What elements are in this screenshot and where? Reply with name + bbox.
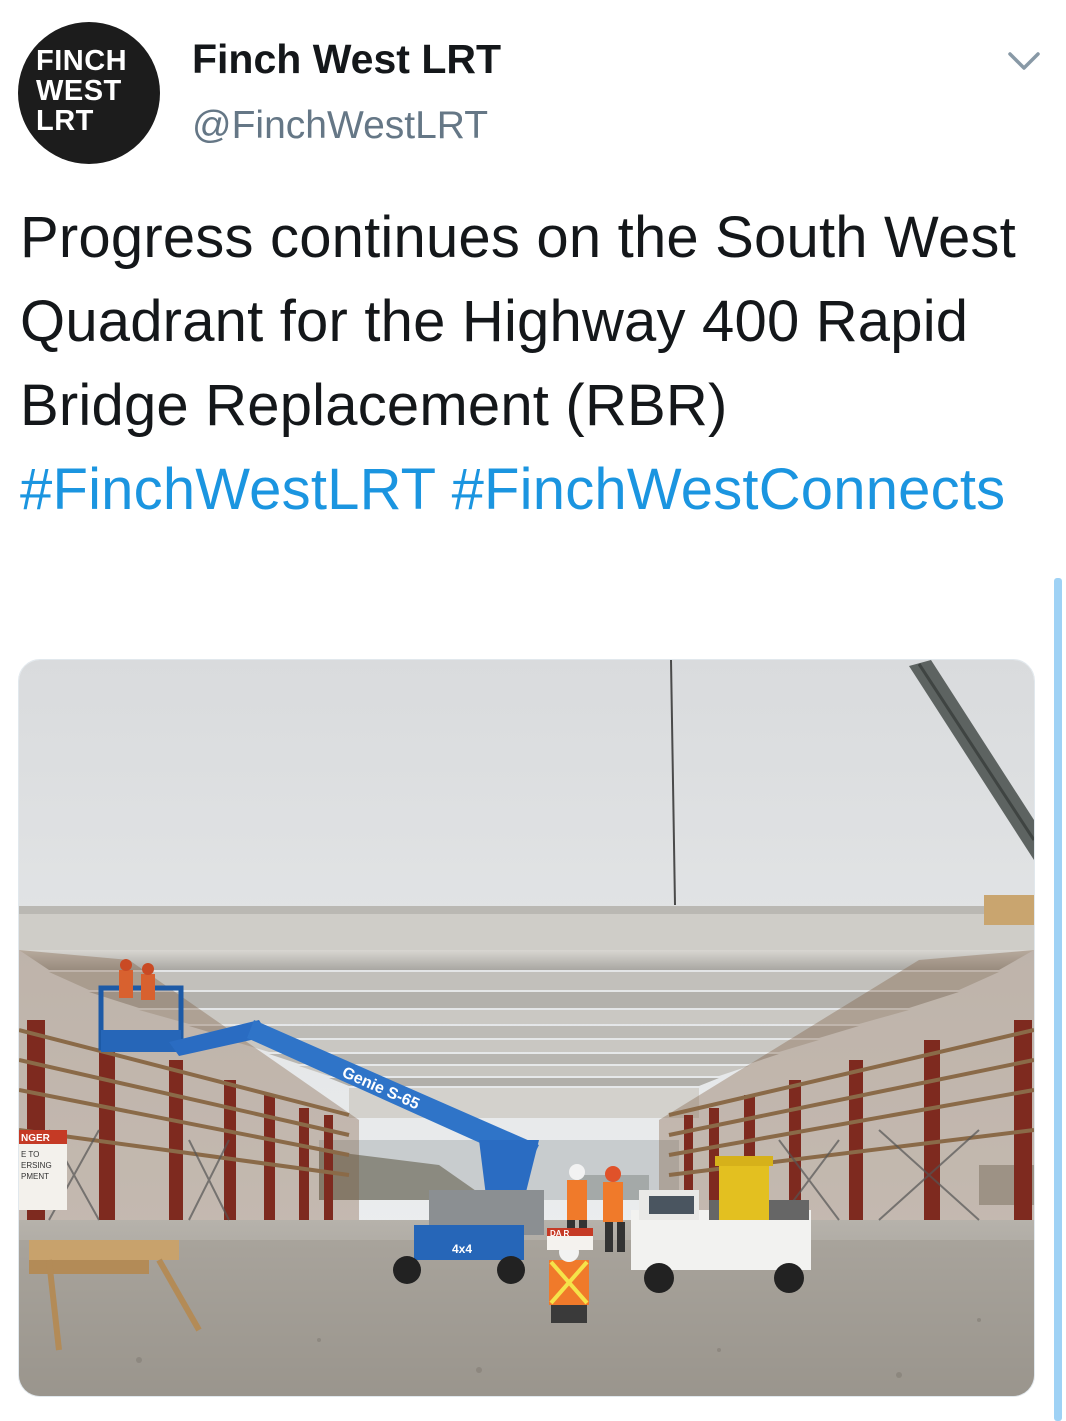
small-danger-sign: DA R [550, 1229, 569, 1238]
danger-sign-line-2: E TO [21, 1150, 39, 1159]
tweet-text: Progress continues on the South West Qua… [20, 196, 1020, 532]
danger-sign-line-3: ERSING [21, 1161, 52, 1170]
construction-photo: NGER E TO ERSING PMENT Genie S-65 4x4 DA… [19, 660, 1034, 1396]
avatar-line-2: WEST [36, 75, 122, 107]
tweet-photo[interactable]: NGER E TO ERSING PMENT Genie S-65 4x4 DA… [18, 659, 1035, 1397]
avatar-line-1: FINCH [36, 45, 128, 77]
tweet-menu-button[interactable] [1004, 44, 1044, 80]
display-name[interactable]: Finch West LRT [192, 36, 501, 83]
danger-sign-line-4: PMENT [21, 1172, 49, 1181]
avatar-line-3: LRT [36, 105, 94, 137]
user-handle[interactable]: @FinchWestLRT [192, 104, 488, 148]
avatar[interactable]: FINCH WEST LRT [18, 22, 160, 164]
lift-tag: 4x4 [452, 1242, 472, 1256]
avatar-logo-text: FINCH WEST LRT [36, 46, 127, 136]
chevron-down-icon [1008, 52, 1040, 70]
hashtag-finchwestlrt[interactable]: #FinchWestLRT [20, 457, 435, 522]
hashtag-finchwestconnects[interactable]: #FinchWestConnects [452, 457, 1006, 522]
tweet-body: Progress continues on the South West Qua… [20, 205, 1016, 438]
tweet-page: FINCH WEST LRT Finch West LRT @FinchWest… [0, 0, 1066, 1421]
scrollbar[interactable] [1054, 578, 1062, 1421]
danger-sign-line-1: NGER [21, 1133, 51, 1144]
